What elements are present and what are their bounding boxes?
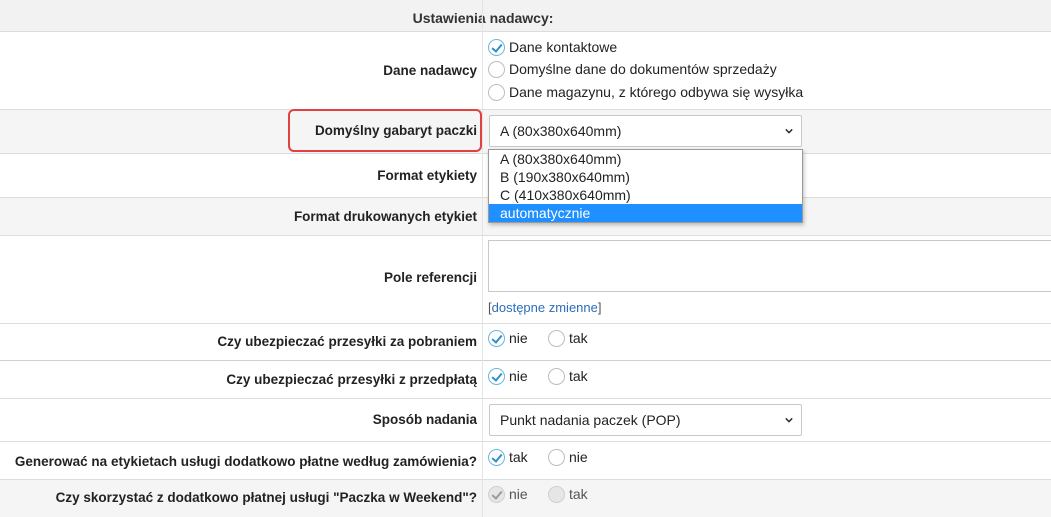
radio-unchecked-icon[interactable] xyxy=(488,83,505,101)
insure-cod-label: Czy ubezpieczać przesyłki za pobraniem xyxy=(217,334,477,349)
radio-checked-icon xyxy=(488,485,505,503)
package-size-select[interactable]: A (80x380x640mm) xyxy=(489,115,802,147)
package-size-option-auto[interactable]: automatycznie xyxy=(489,204,802,222)
insure-prepaid-label: Czy ubezpieczać przesyłki z przedpłatą xyxy=(226,372,477,387)
weekend-package-option-yes: tak xyxy=(548,485,588,503)
radio-checked-icon[interactable] xyxy=(488,367,505,385)
section-title: Ustawienia nadawcy: xyxy=(412,10,554,26)
section-header: Ustawienia nadawcy: xyxy=(0,0,1051,32)
sender-data-option-warehouse[interactable]: Dane magazynu, z którego odbywa się wysy… xyxy=(488,83,803,101)
sender-data-option-default-docs[interactable]: Domyślne dane do dokumentów sprzedaży xyxy=(488,60,777,78)
column-divider xyxy=(482,0,483,517)
radio-checked-icon[interactable] xyxy=(488,329,505,347)
print-format-label: Format drukowanych etykiet xyxy=(293,209,477,224)
package-size-option-a[interactable]: A (80x380x640mm) xyxy=(489,150,802,168)
available-variables-link-line: [dostępne zmienne] xyxy=(488,300,602,315)
row-insure-cod: Czy ubezpieczać przesyłki za pobraniem n… xyxy=(0,324,1051,361)
radio-unchecked-icon[interactable] xyxy=(488,60,505,78)
weekend-package-option-no: nie xyxy=(488,485,528,503)
highlight-box xyxy=(288,109,482,152)
radio-unchecked-icon xyxy=(548,485,565,503)
extra-services-option-yes[interactable]: tak xyxy=(488,448,528,466)
radio-unchecked-icon[interactable] xyxy=(548,329,565,347)
insure-prepaid-option-yes[interactable]: tak xyxy=(548,367,588,385)
row-insure-prepaid: Czy ubezpieczać przesyłki z przedpłatą n… xyxy=(0,361,1051,399)
dispatch-method-selected-value: Punkt nadania paczek (POP) xyxy=(500,412,681,428)
available-variables-link[interactable]: dostępne zmienne xyxy=(492,300,598,315)
row-dispatch-method: Sposób nadania Punkt nadania paczek (POP… xyxy=(0,399,1051,442)
weekend-package-label: Czy skorzystać z dodatkowo płatnej usług… xyxy=(55,490,477,505)
package-size-option-b[interactable]: B (190x380x640mm) xyxy=(489,168,802,186)
insure-cod-option-no[interactable]: nie xyxy=(488,329,528,347)
radio-unchecked-icon[interactable] xyxy=(548,448,565,466)
row-extra-services: Generować na etykietach usługi dodatkowo… xyxy=(0,442,1051,480)
reference-label: Pole referencji xyxy=(383,270,477,285)
sender-data-option-contact[interactable]: Dane kontaktowe xyxy=(488,38,617,56)
chevron-down-icon xyxy=(785,128,793,134)
radio-unchecked-icon[interactable] xyxy=(548,367,565,385)
insure-cod-option-yes[interactable]: tak xyxy=(548,329,588,347)
radio-checked-icon[interactable] xyxy=(488,38,505,56)
package-size-selected-value: A (80x380x640mm) xyxy=(500,123,622,139)
label-format-label: Format etykiety xyxy=(377,168,477,183)
dispatch-method-select[interactable]: Punkt nadania paczek (POP) xyxy=(489,404,802,436)
row-sender-data: Dane nadawcy Dane kontaktowe Domyślne da… xyxy=(0,32,1051,110)
sender-data-label: Dane nadawcy xyxy=(383,63,477,78)
extra-services-label: Generować na etykietach usługi dodatkowo… xyxy=(14,454,477,469)
insure-prepaid-option-no[interactable]: nie xyxy=(488,367,528,385)
extra-services-option-no[interactable]: nie xyxy=(548,448,588,466)
package-size-option-c[interactable]: C (410x380x640mm) xyxy=(489,186,802,204)
radio-checked-icon[interactable] xyxy=(488,448,505,466)
row-package-size: Domyślny gabaryt paczki A (80x380x640mm) xyxy=(0,110,1051,154)
chevron-down-icon xyxy=(785,417,793,423)
reference-textarea[interactable] xyxy=(488,240,1051,292)
package-size-dropdown-list[interactable]: A (80x380x640mm) B (190x380x640mm) C (41… xyxy=(488,149,803,223)
row-weekend-package: Czy skorzystać z dodatkowo płatnej usług… xyxy=(0,480,1051,517)
dispatch-method-label: Sposób nadania xyxy=(372,412,477,427)
